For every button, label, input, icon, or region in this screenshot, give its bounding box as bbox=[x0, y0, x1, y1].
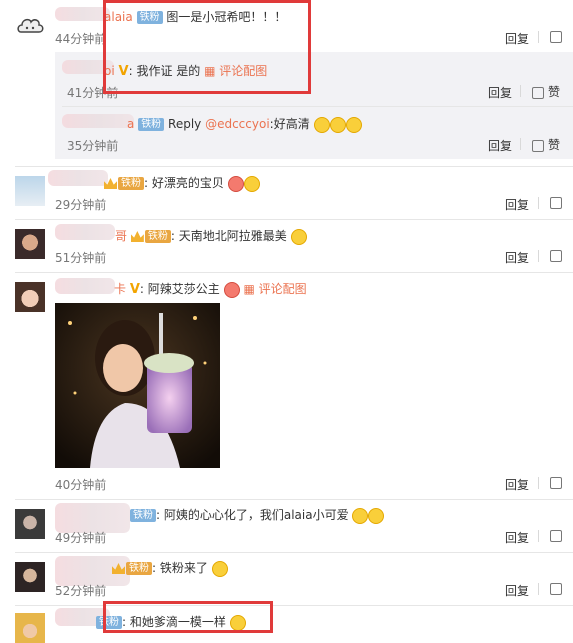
fan-badge: 铁粉 bbox=[130, 509, 156, 522]
fan-badge: 铁粉 bbox=[126, 562, 152, 575]
comment-time: 51分钟前 bbox=[55, 251, 107, 265]
avatar[interactable] bbox=[15, 229, 45, 259]
verified-icon: V bbox=[129, 282, 140, 297]
thumbs-up-icon bbox=[532, 86, 544, 99]
comment-text-row: 哥 铁粉: 天南地北阿拉雅最美 bbox=[115, 227, 307, 245]
divider bbox=[15, 552, 573, 553]
avatar[interactable] bbox=[15, 282, 45, 312]
like-button[interactable] bbox=[550, 195, 566, 209]
crown-icon bbox=[130, 231, 144, 242]
divider bbox=[538, 31, 539, 43]
like-button[interactable] bbox=[550, 581, 566, 595]
comment-text-row: a 铁粉 Reply @edcccyoi:好高清 bbox=[127, 115, 362, 133]
reply-button[interactable]: 回复 bbox=[505, 529, 529, 546]
avatar[interactable] bbox=[15, 562, 45, 592]
comment-image[interactable] bbox=[55, 303, 220, 468]
divider bbox=[15, 499, 573, 500]
reply-button[interactable]: 回复 bbox=[505, 30, 529, 47]
reply-button[interactable]: 回复 bbox=[488, 137, 512, 154]
thumbs-up-icon bbox=[550, 30, 562, 43]
like-button[interactable] bbox=[550, 528, 566, 542]
smile-emoji-icon bbox=[345, 116, 362, 133]
divider bbox=[520, 138, 521, 150]
smile-emoji-icon bbox=[368, 507, 385, 524]
divider bbox=[15, 219, 573, 220]
comment-text: 阿辣艾莎公主 bbox=[147, 282, 220, 296]
smile-emoji-icon bbox=[243, 175, 260, 192]
thumbs-up-icon bbox=[550, 582, 562, 595]
comment-text: 好漂亮的宝贝 bbox=[151, 176, 224, 190]
emoji-icon bbox=[211, 560, 228, 577]
comment-text: 阿姨的心心化了，我们alaia小可爱 bbox=[163, 508, 349, 522]
username[interactable]: a bbox=[127, 117, 134, 131]
smile-emoji-icon bbox=[352, 507, 369, 524]
like-button[interactable] bbox=[550, 29, 566, 43]
reply-button[interactable]: 回复 bbox=[488, 84, 512, 101]
fan-badge: 铁粉 bbox=[118, 177, 144, 190]
like-button[interactable]: 赞 bbox=[532, 83, 560, 100]
smile-emoji-icon bbox=[329, 116, 346, 133]
comment-text-row: 铁粉: 好漂亮的宝贝 bbox=[104, 174, 260, 192]
like-button[interactable]: 赞 bbox=[532, 136, 560, 153]
thumbs-up-icon bbox=[550, 476, 562, 489]
divider bbox=[538, 477, 539, 489]
divider bbox=[520, 85, 521, 97]
fan-badge: 铁粉 bbox=[144, 230, 171, 243]
comment-text: 天南地北阿拉雅最美 bbox=[178, 229, 287, 243]
divider bbox=[62, 106, 573, 107]
divider bbox=[538, 530, 539, 542]
blurred-username bbox=[55, 224, 115, 240]
comment-time: 44分钟前 bbox=[55, 32, 107, 46]
comment-text-row: 铁粉: 铁粉来了 bbox=[112, 559, 228, 577]
mention-link[interactable]: @edcccyoi bbox=[205, 117, 270, 131]
avatar[interactable] bbox=[15, 176, 45, 206]
username[interactable]: 哥 bbox=[115, 229, 127, 243]
reply-button[interactable]: 回复 bbox=[505, 196, 529, 213]
comment-text-row: 卡 V: 阿辣艾莎公主 ▦ 评论配图 bbox=[114, 281, 307, 298]
divider bbox=[15, 166, 573, 167]
avatar[interactable] bbox=[15, 509, 45, 539]
divider bbox=[538, 583, 539, 595]
blurred-username bbox=[55, 278, 115, 294]
highlight-box bbox=[103, 601, 273, 633]
comment-time: 49分钟前 bbox=[55, 531, 107, 545]
like-button[interactable] bbox=[550, 475, 566, 489]
emoji-icon bbox=[223, 281, 240, 298]
divider bbox=[15, 272, 573, 273]
comment-time: 35分钟前 bbox=[67, 139, 119, 153]
reply-button[interactable]: 回复 bbox=[505, 249, 529, 266]
reply-button[interactable]: 回复 bbox=[505, 582, 529, 599]
thumbs-up-icon bbox=[550, 196, 562, 209]
reply-button[interactable]: 回复 bbox=[505, 476, 529, 493]
like-button[interactable] bbox=[550, 248, 566, 262]
smile-emoji-icon bbox=[313, 116, 330, 133]
divider bbox=[538, 197, 539, 209]
blurred-username bbox=[62, 114, 134, 128]
comment-text: 铁粉来了 bbox=[159, 561, 208, 575]
thumbs-up-icon bbox=[550, 529, 562, 542]
divider bbox=[15, 605, 573, 606]
comment-time: 29分钟前 bbox=[55, 198, 107, 212]
username[interactable]: 卡 bbox=[114, 282, 126, 296]
divider bbox=[538, 250, 539, 262]
highlight-box bbox=[103, 0, 311, 94]
fan-badge: 铁粉 bbox=[138, 118, 165, 131]
thumbs-up-icon bbox=[532, 139, 544, 152]
blurred-username bbox=[48, 170, 108, 186]
comment-time: 52分钟前 bbox=[55, 584, 107, 598]
comment-image-link[interactable]: ▦ 评论配图 bbox=[243, 282, 306, 296]
thumbs-up-icon bbox=[550, 249, 562, 262]
comment-text: :好高清 bbox=[269, 117, 310, 131]
comment-text-row: 铁粉: 阿姨的心心化了，我们alaia小可爱 bbox=[130, 506, 385, 524]
crown-icon bbox=[112, 563, 125, 574]
avatar[interactable] bbox=[15, 613, 45, 643]
comment-time: 40分钟前 bbox=[55, 478, 107, 492]
heart-eyes-emoji-icon bbox=[227, 175, 244, 192]
avatar[interactable] bbox=[15, 12, 45, 42]
clap-emoji-icon bbox=[290, 228, 307, 245]
crown-icon bbox=[104, 178, 117, 189]
blurred-username bbox=[55, 7, 110, 21]
